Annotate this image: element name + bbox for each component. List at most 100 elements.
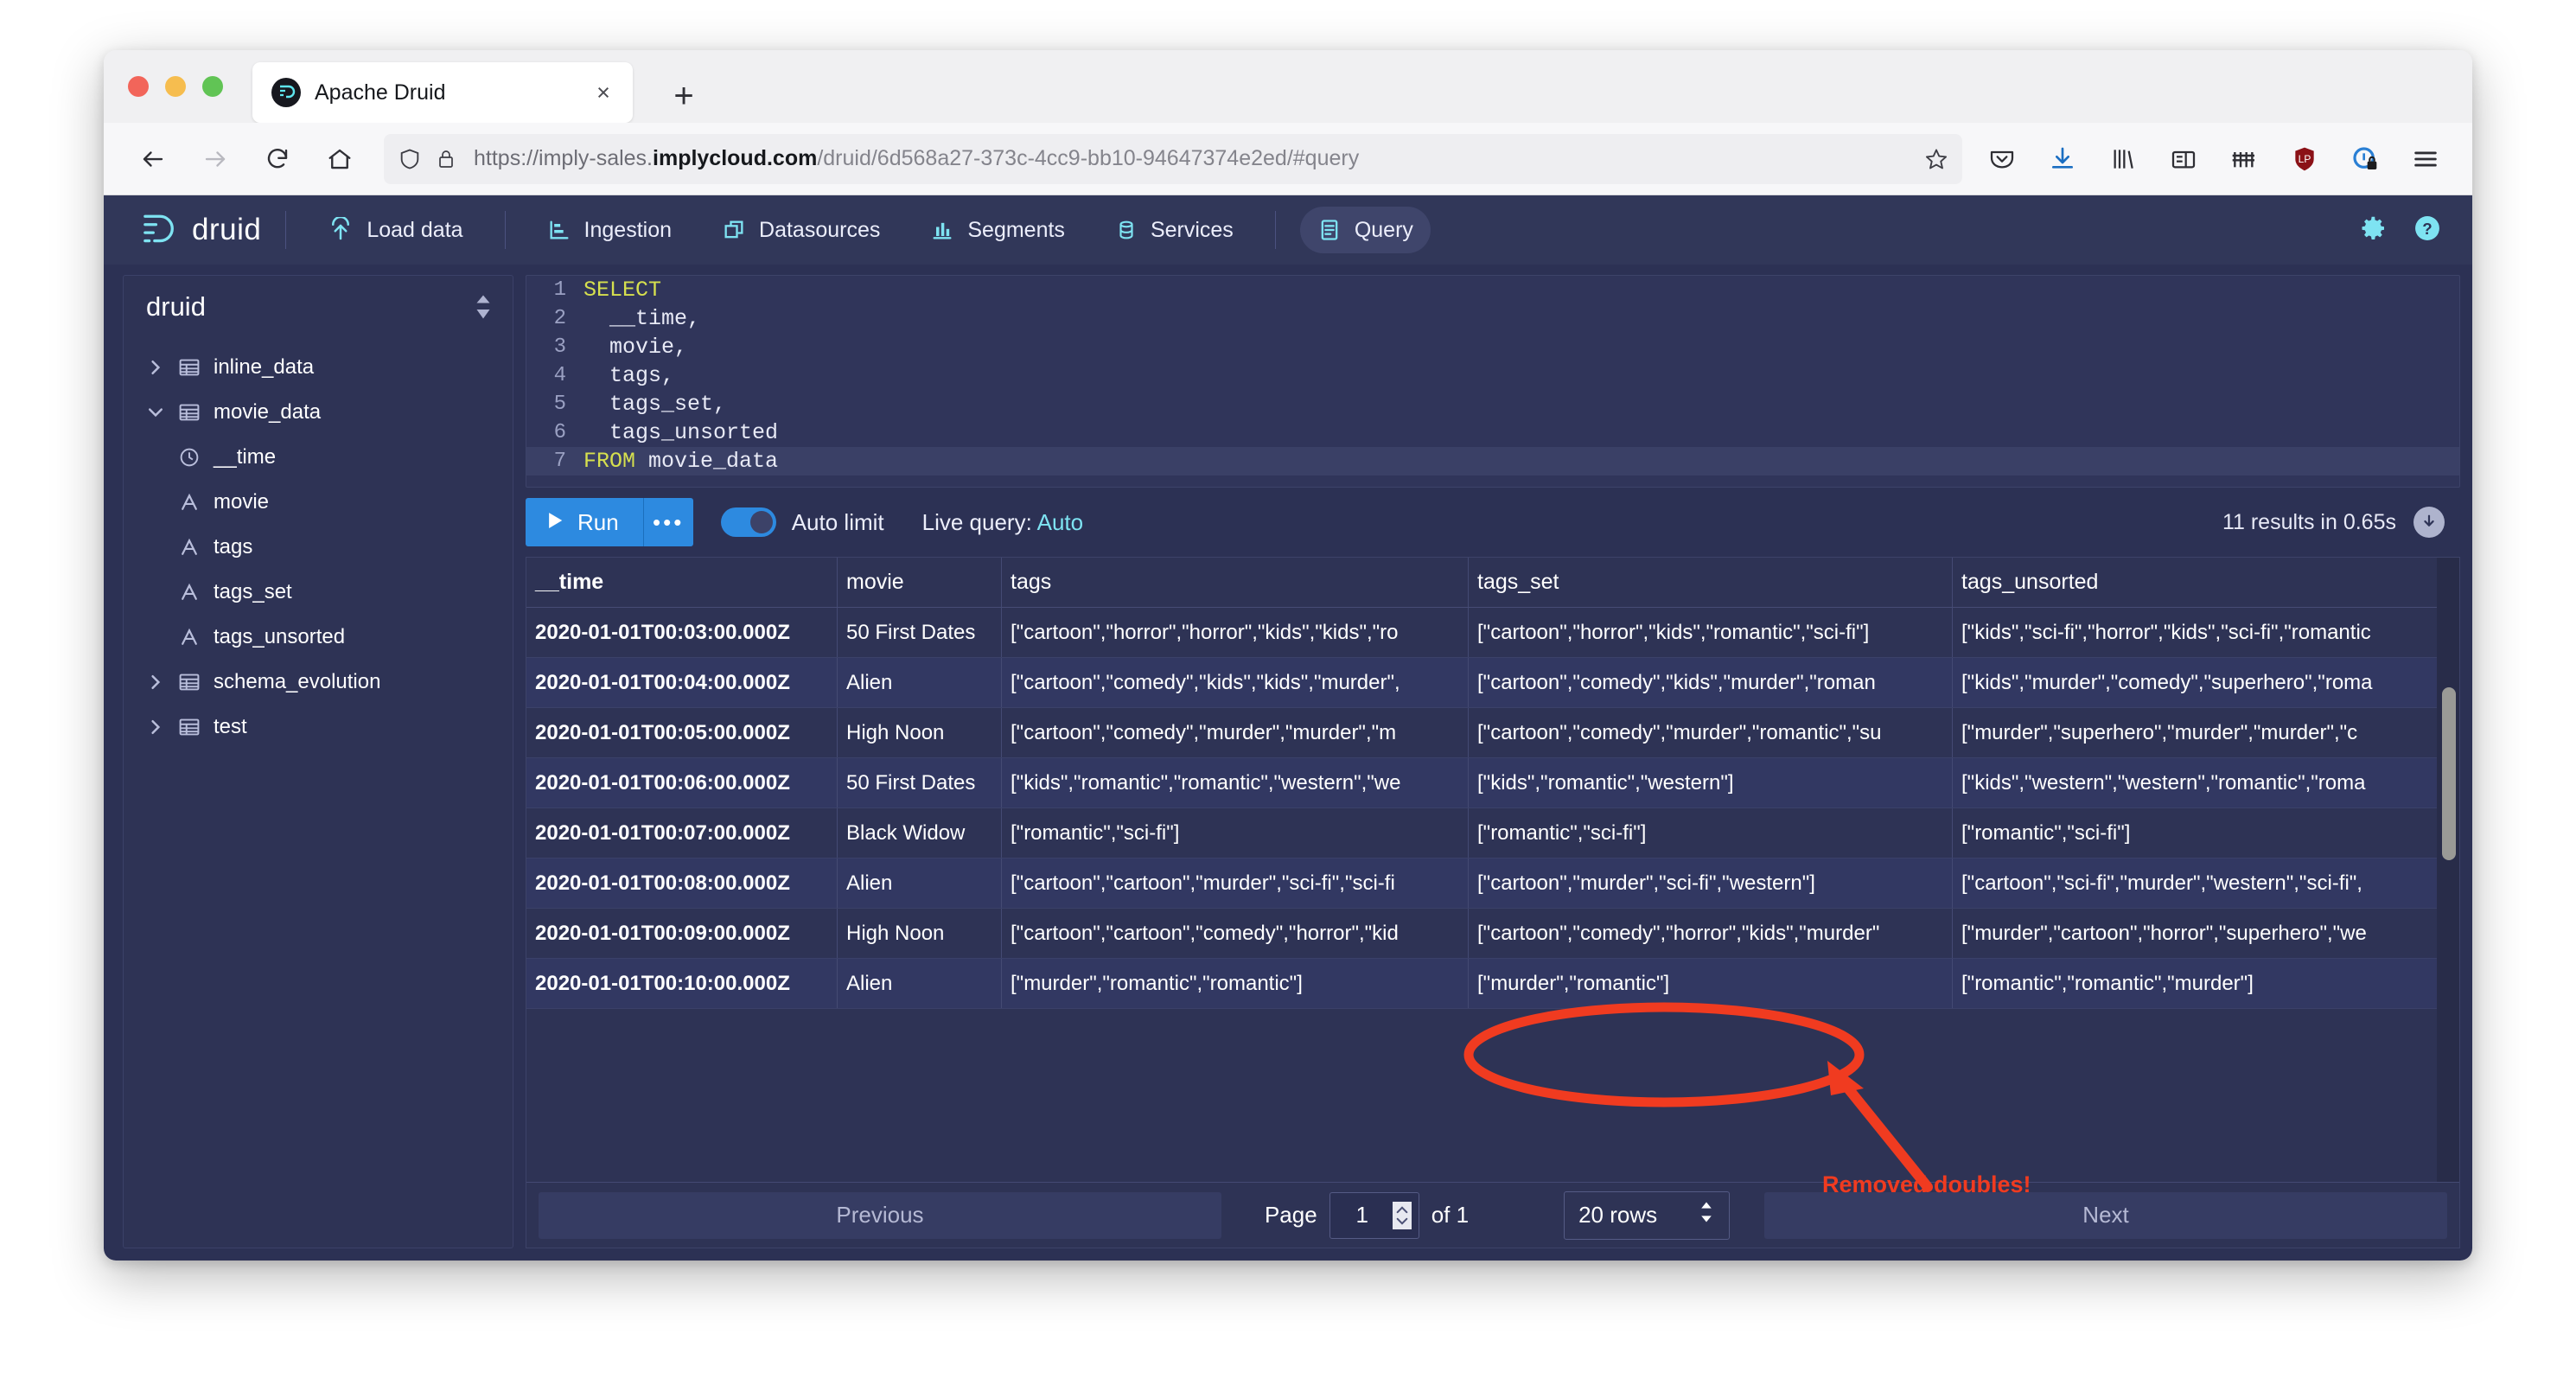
page-stepper-icon[interactable] [1393,1202,1412,1229]
code-text: tags, [583,363,674,388]
column-header-tags_unsorted[interactable]: tags_unsorted [1953,558,2459,607]
druid-logo[interactable]: druid [137,211,261,249]
tree-item-movie_data[interactable]: movie_data [124,390,513,435]
cell-tags: ["cartoon","cartoon","comedy","horror","… [1002,909,1469,958]
cell-movie: 50 First Dates [838,608,1002,657]
tree-column-movie[interactable]: movie [124,480,513,525]
nav-item-services[interactable]: Services [1098,207,1251,253]
reload-button[interactable] [252,134,303,184]
cell-tags-unsorted: ["murder","cartoon","horror","superhero"… [1953,909,2459,958]
nav-item-segments[interactable]: Segments [913,207,1082,253]
rows-per-page-select[interactable]: 20 rows [1564,1191,1730,1240]
maximize-window-button[interactable] [202,76,223,97]
druid-favicon [271,78,301,107]
browser-tab[interactable]: Apache Druid × [252,62,633,123]
page-number-input[interactable]: 1 [1329,1192,1419,1239]
results-scroll-area[interactable]: __time movie tags tags_set tags_unsorted… [526,558,2459,1182]
line-number: 5 [526,393,583,416]
containers-icon[interactable] [2223,138,2265,180]
run-options-button[interactable]: ••• [643,498,693,546]
home-button[interactable] [315,134,365,184]
nav-item-query[interactable]: Query [1300,207,1431,253]
sidebar-title: druid [146,291,473,322]
sql-editor[interactable]: 1 SELECT 2 __time, 3 movie, 4 tags, [526,275,2460,488]
close-tab-button[interactable]: × [584,73,622,112]
nav-item-load-data[interactable]: Load data [310,207,480,253]
close-window-button[interactable] [128,76,149,97]
column-header-movie[interactable]: movie [838,558,1002,607]
table-row[interactable]: 2020-01-01T00:10:00.000Z Alien ["murder"… [526,959,2459,1009]
tree-item-label: schema_evolution [214,670,380,694]
nav-item-ingestion[interactable]: Ingestion [530,207,689,253]
code-line-active: 7 FROM movie_data [526,447,2459,475]
cell-time: 2020-01-01T00:05:00.000Z [526,708,838,757]
table-row[interactable]: 2020-01-01T00:04:00.000Z Alien ["cartoon… [526,658,2459,708]
help-icon[interactable]: ? [2412,213,2443,248]
tree-column-tags[interactable]: tags [124,525,513,570]
pocket-icon[interactable] [1981,138,2023,180]
nav-item-datasources[interactable]: Datasources [705,207,897,253]
tree-column-tags_set[interactable]: tags_set [124,570,513,615]
svg-text:LP: LP [2299,153,2311,165]
run-button[interactable]: Run [526,498,643,546]
column-header-time[interactable]: __time [526,558,838,607]
table-row[interactable]: 2020-01-01T00:06:00.000Z 50 First Dates … [526,758,2459,808]
tree-item-inline_data[interactable]: inline_data [124,345,513,390]
chevron-updown-icon [1698,1201,1715,1229]
new-tab-button[interactable]: + [664,76,704,116]
cell-movie: Alien [838,658,1002,707]
tree-item-test[interactable]: test [124,705,513,750]
tree-item-label: inline_data [214,355,314,380]
table-row[interactable]: 2020-01-01T00:07:00.000Z Black Widow ["r… [526,808,2459,858]
cell-tags-set: ["cartoon","comedy","kids","murder","rom… [1469,658,1953,707]
downloads-icon[interactable] [2042,138,2083,180]
address-bar[interactable]: https://imply-sales.implycloud.com/druid… [384,134,1962,184]
shield-icon [398,147,422,171]
download-icon[interactable] [2413,507,2445,538]
sort-toggle-icon[interactable] [473,294,494,320]
live-query-label: Live query: [922,509,1032,535]
tree-column-__time[interactable]: __time [124,435,513,480]
pagination-bar: Previous Page 1 of 1 [526,1182,2459,1248]
forward-button[interactable] [190,134,240,184]
table-row[interactable]: 2020-01-01T00:03:00.000Z 50 First Dates … [526,608,2459,658]
back-button[interactable] [128,134,178,184]
cell-time: 2020-01-01T00:09:00.000Z [526,909,838,958]
sidebar-icon[interactable] [2163,138,2204,180]
library-icon[interactable] [2102,138,2144,180]
column-header-tags_set[interactable]: tags_set [1469,558,1953,607]
window-controls[interactable] [128,76,223,97]
menu-icon[interactable] [2405,138,2446,180]
table-row[interactable]: 2020-01-01T00:09:00.000Z High Noon ["car… [526,909,2459,959]
tree-column-tags_unsorted[interactable]: tags_unsorted [124,615,513,660]
nav-divider [505,211,506,249]
previous-page-button[interactable]: Previous [539,1192,1221,1239]
database-icon [1115,218,1138,242]
string-icon [170,626,208,648]
table-row[interactable]: 2020-01-01T00:05:00.000Z High Noon ["car… [526,708,2459,758]
privacy-badger-icon[interactable] [2344,138,2386,180]
line-number: 6 [526,421,583,444]
cell-tags-set-highlighted: ["cartoon","murder","sci-fi","western"] [1469,858,1953,908]
cell-time: 2020-01-01T00:08:00.000Z [526,858,838,908]
tree-item-schema_evolution[interactable]: schema_evolution [124,660,513,705]
table-row[interactable]: 2020-01-01T00:08:00.000Z Alien ["cartoon… [526,858,2459,909]
live-query-status[interactable]: Live query: Auto [922,509,1083,536]
vertical-scrollbar-thumb[interactable] [2442,687,2456,860]
chevron-right-icon[interactable] [141,674,170,690]
minimize-window-button[interactable] [165,76,186,97]
code-text: movie, [583,335,687,360]
next-page-button[interactable]: Next [1764,1192,2447,1239]
column-header-tags[interactable]: tags [1002,558,1469,607]
chevron-down-icon[interactable] [141,405,170,420]
gear-icon[interactable] [2358,213,2389,248]
tab-strip: Apache Druid × + [104,50,2472,123]
lastpass-icon[interactable]: LP [2284,138,2325,180]
cell-tags-unsorted: ["romantic","romantic","murder"] [1953,959,2459,1008]
chevron-right-icon[interactable] [141,360,170,375]
auto-limit-toggle[interactable] [721,507,776,537]
url-text: https://imply-sales.implycloud.com/druid… [474,146,1910,171]
bookmark-star-icon[interactable] [1924,147,1948,171]
chevron-right-icon[interactable] [141,719,170,735]
table-icon [170,401,208,424]
